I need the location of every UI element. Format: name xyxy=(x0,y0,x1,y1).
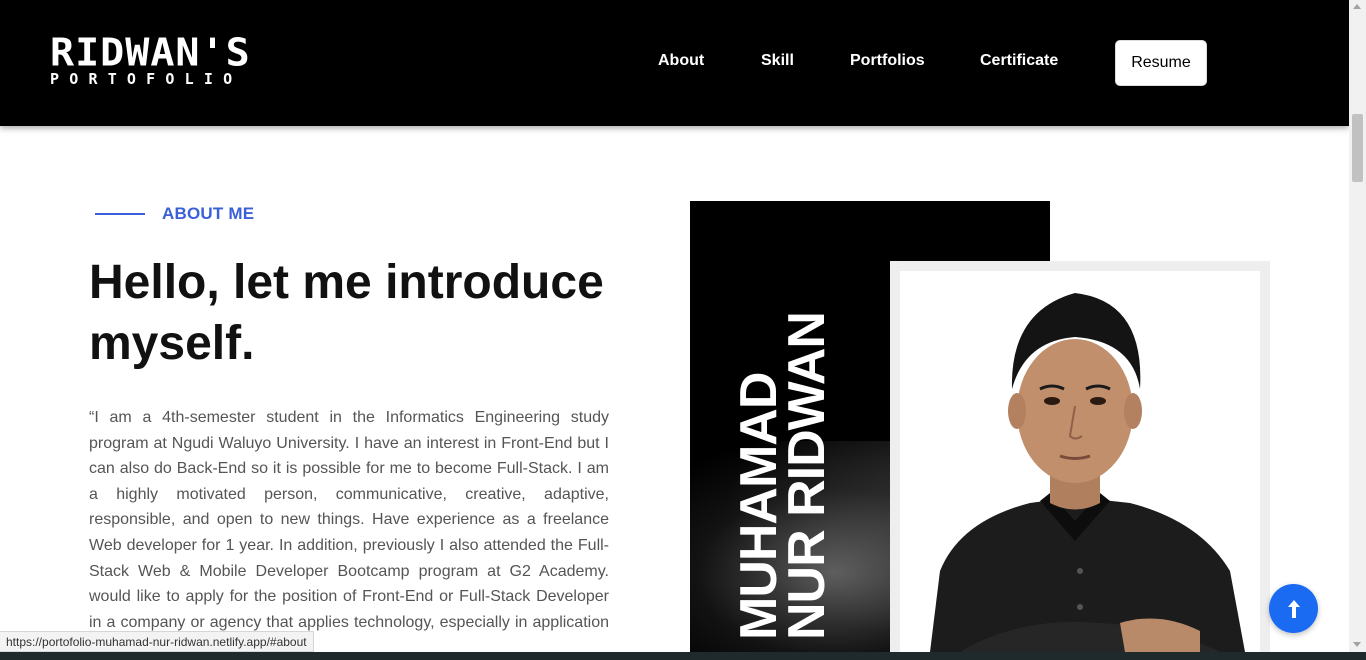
scroll-top-button[interactable] xyxy=(1269,584,1318,633)
section-eyebrow: ABOUT ME xyxy=(162,204,255,223)
nav-link-portfolios[interactable]: Portfolios xyxy=(850,52,925,70)
bio-paragraph: “I am a 4th-semester student in the Info… xyxy=(89,409,609,652)
name-line-2: NUR RIDWAN xyxy=(778,312,836,640)
vertical-name-text: MUHAMAD NUR RIDWAN xyxy=(730,312,836,640)
page-scrollbar[interactable] xyxy=(1349,0,1366,652)
site-logo[interactable]: RIDWAN'S PORTOFOLIO xyxy=(50,34,251,87)
resume-button[interactable]: Resume xyxy=(1115,40,1207,86)
scroll-down-icon[interactable] xyxy=(1353,642,1361,647)
nav-link-certificate[interactable]: Certificate xyxy=(980,52,1058,70)
page-title: Hello, let me introduce myself. xyxy=(89,256,604,370)
arrow-up-icon xyxy=(1287,599,1300,618)
nav-link-about[interactable]: About xyxy=(658,52,704,70)
scroll-up-icon[interactable] xyxy=(1353,4,1361,9)
name-line-1: MUHAMAD xyxy=(730,372,788,640)
nav-link-skill[interactable]: Skill xyxy=(761,52,794,70)
status-url: https://portofolio-muhamad-nur-ridwan.ne… xyxy=(0,631,314,652)
scrollbar-thumb[interactable] xyxy=(1352,114,1363,182)
navbar: RIDWAN'S PORTOFOLIO About Skill Portfoli… xyxy=(0,0,1349,126)
logo-title: RIDWAN'S xyxy=(50,31,251,75)
person-illustration xyxy=(930,293,1245,652)
profile-photo xyxy=(900,271,1260,652)
eyebrow-divider xyxy=(95,213,145,215)
taskbar-strip xyxy=(0,652,1366,660)
